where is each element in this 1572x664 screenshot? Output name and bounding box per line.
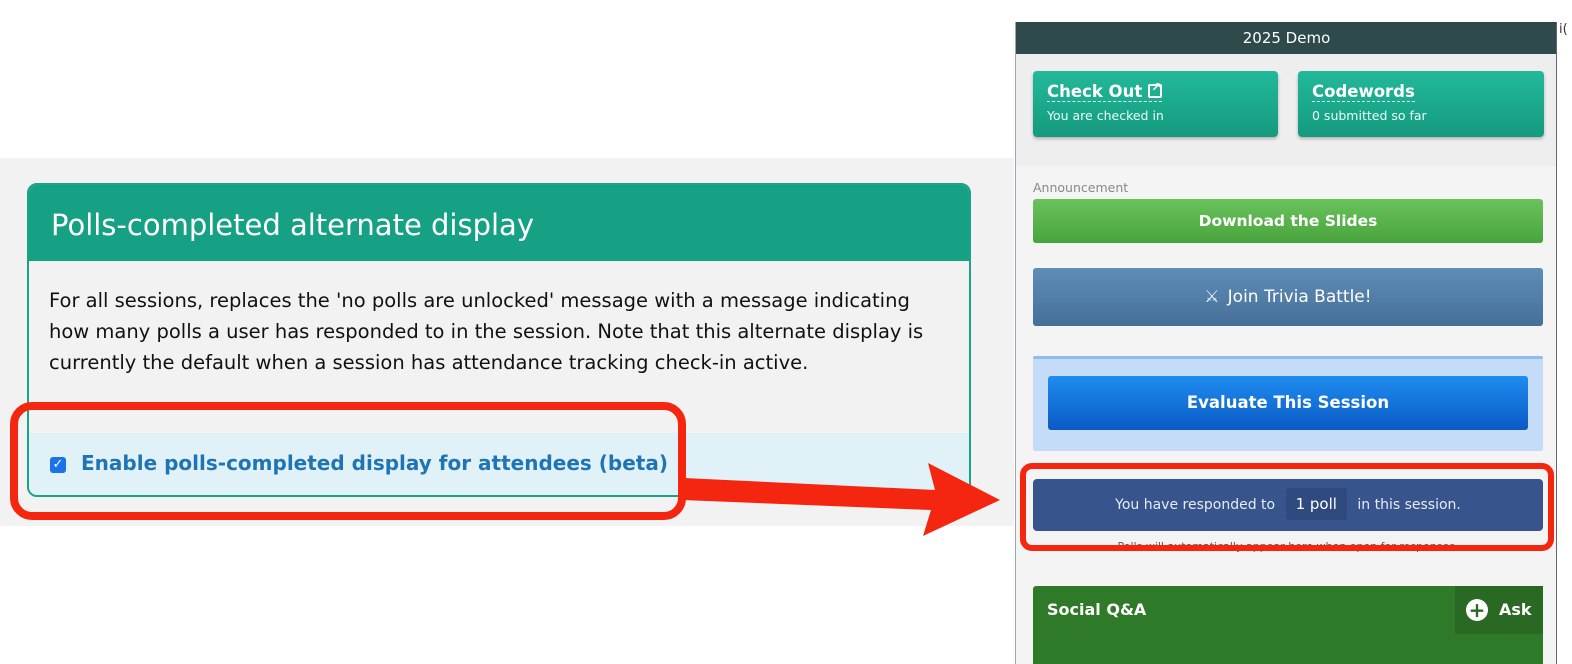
settings-card-description: For all sessions, replaces the 'no polls… — [49, 289, 924, 374]
check-out-label: Check Out — [1047, 82, 1143, 101]
window-edge — [1556, 22, 1572, 664]
social-qa-header: Social Q&A + Ask — [1033, 586, 1543, 634]
attendee-app-preview: 2025 Demo Check Out You are checked in C… — [1015, 22, 1557, 664]
download-slides-button[interactable]: Download the Slides — [1033, 199, 1543, 243]
tiles-area: Check Out You are checked in Codewords 0… — [1016, 54, 1557, 166]
edge-glyph: i( — [1559, 22, 1568, 37]
codewords-tile[interactable]: Codewords 0 submitted so far — [1298, 71, 1544, 137]
callout-box-poll-display — [1020, 463, 1554, 551]
social-qa-title: Social Q&A — [1047, 600, 1147, 619]
evaluate-session-button[interactable]: Evaluate This Session — [1048, 376, 1528, 430]
crossed-swords-icon: ⚔ — [1204, 287, 1220, 307]
evaluate-section: Evaluate This Session — [1033, 356, 1543, 451]
join-trivia-button[interactable]: ⚔ Join Trivia Battle! — [1033, 268, 1543, 326]
ask-label: Ask — [1499, 600, 1532, 619]
codewords-title[interactable]: Codewords — [1312, 82, 1415, 102]
ask-button[interactable]: + Ask — [1455, 586, 1543, 634]
social-qa-body — [1033, 634, 1543, 664]
check-in-status: You are checked in — [1047, 108, 1164, 123]
join-trivia-label: Join Trivia Battle! — [1227, 287, 1372, 307]
settings-card-title: Polls-completed alternate display — [29, 185, 969, 261]
check-out-tile[interactable]: Check Out You are checked in — [1033, 71, 1278, 137]
external-link-icon — [1148, 80, 1163, 98]
check-out-title[interactable]: Check Out — [1047, 80, 1163, 102]
event-title: 2025 Demo — [1016, 22, 1557, 54]
codewords-count: 0 submitted so far — [1312, 108, 1427, 123]
callout-box-setting — [10, 402, 686, 520]
plus-circle-icon: + — [1466, 599, 1488, 621]
announcement-label: Announcement — [1033, 180, 1129, 195]
